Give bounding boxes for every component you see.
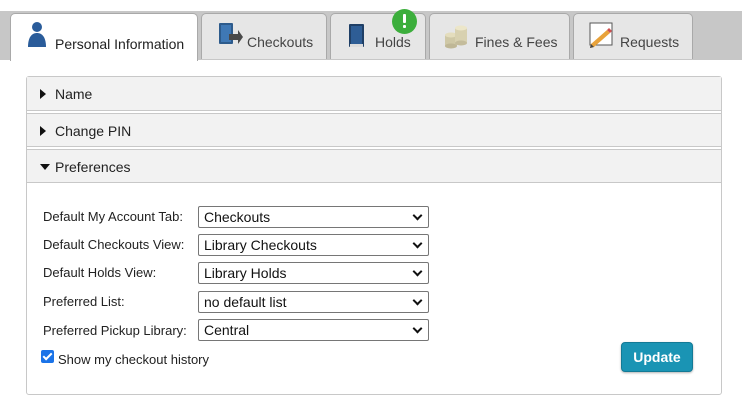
- select-value: Central: [204, 322, 250, 338]
- accordion-preferences[interactable]: Preferences: [27, 149, 721, 183]
- preferred-list-label: Preferred List:: [43, 294, 125, 309]
- caret-right-icon: [40, 126, 46, 136]
- tab-label: Requests: [620, 34, 680, 50]
- accordion-change-pin[interactable]: Change PIN: [27, 113, 721, 147]
- pencil-note-icon: [589, 22, 613, 48]
- chevron-down-icon: [412, 323, 423, 334]
- coins-icon: [445, 25, 467, 49]
- holds-alert-badge-icon: [392, 9, 417, 34]
- tab-checkouts[interactable]: Checkouts: [201, 13, 327, 59]
- accordion-label: Preferences: [55, 159, 131, 175]
- show-checkout-history-checkbox[interactable]: [41, 350, 54, 363]
- default-tab-label: Default My Account Tab:: [43, 209, 183, 224]
- default-holds-view-select[interactable]: Library Holds: [198, 262, 429, 284]
- default-checkouts-view-label: Default Checkouts View:: [43, 237, 185, 252]
- preferred-pickup-library-select[interactable]: Central: [198, 319, 429, 341]
- update-button[interactable]: Update: [621, 342, 693, 372]
- account-panel: Name Change PIN Preferences Default My A…: [26, 76, 722, 395]
- tab-label: Fines & Fees: [475, 34, 558, 50]
- caret-right-icon: [40, 89, 46, 99]
- chevron-down-icon: [412, 210, 423, 221]
- show-checkout-history-label[interactable]: Show my checkout history: [58, 352, 209, 367]
- tab-fines-fees[interactable]: Fines & Fees: [429, 13, 570, 59]
- tab-requests[interactable]: Requests: [573, 13, 693, 59]
- caret-down-icon: [40, 164, 50, 170]
- accordion-label: Change PIN: [55, 123, 132, 139]
- book-icon: [349, 24, 364, 47]
- default-checkouts-view-select[interactable]: Library Checkouts: [198, 234, 429, 256]
- chevron-down-icon: [412, 266, 423, 277]
- chevron-down-icon: [412, 238, 423, 249]
- default-holds-view-label: Default Holds View:: [43, 265, 157, 280]
- accordion-label: Name: [55, 86, 93, 102]
- tab-personal-information[interactable]: Personal Information: [10, 13, 198, 61]
- chevron-down-icon: [412, 295, 423, 306]
- preferred-list-select[interactable]: no default list: [198, 291, 429, 313]
- default-tab-select[interactable]: Checkouts: [198, 206, 429, 228]
- select-value: Library Checkouts: [204, 237, 317, 253]
- preferred-pickup-library-label: Preferred Pickup Library:: [43, 323, 187, 338]
- tab-label: Personal Information: [55, 36, 185, 52]
- tab-label: Holds: [375, 34, 411, 50]
- select-value: no default list: [204, 294, 287, 310]
- select-value: Checkouts: [204, 209, 271, 225]
- account-tab-bar: Personal Information Checkouts Holds Fin…: [0, 0, 750, 61]
- checkout-book-icon: [219, 23, 243, 44]
- select-value: Library Holds: [204, 265, 287, 281]
- accordion-name[interactable]: Name: [27, 77, 721, 111]
- tab-label: Checkouts: [247, 34, 314, 50]
- person-icon: [28, 22, 46, 47]
